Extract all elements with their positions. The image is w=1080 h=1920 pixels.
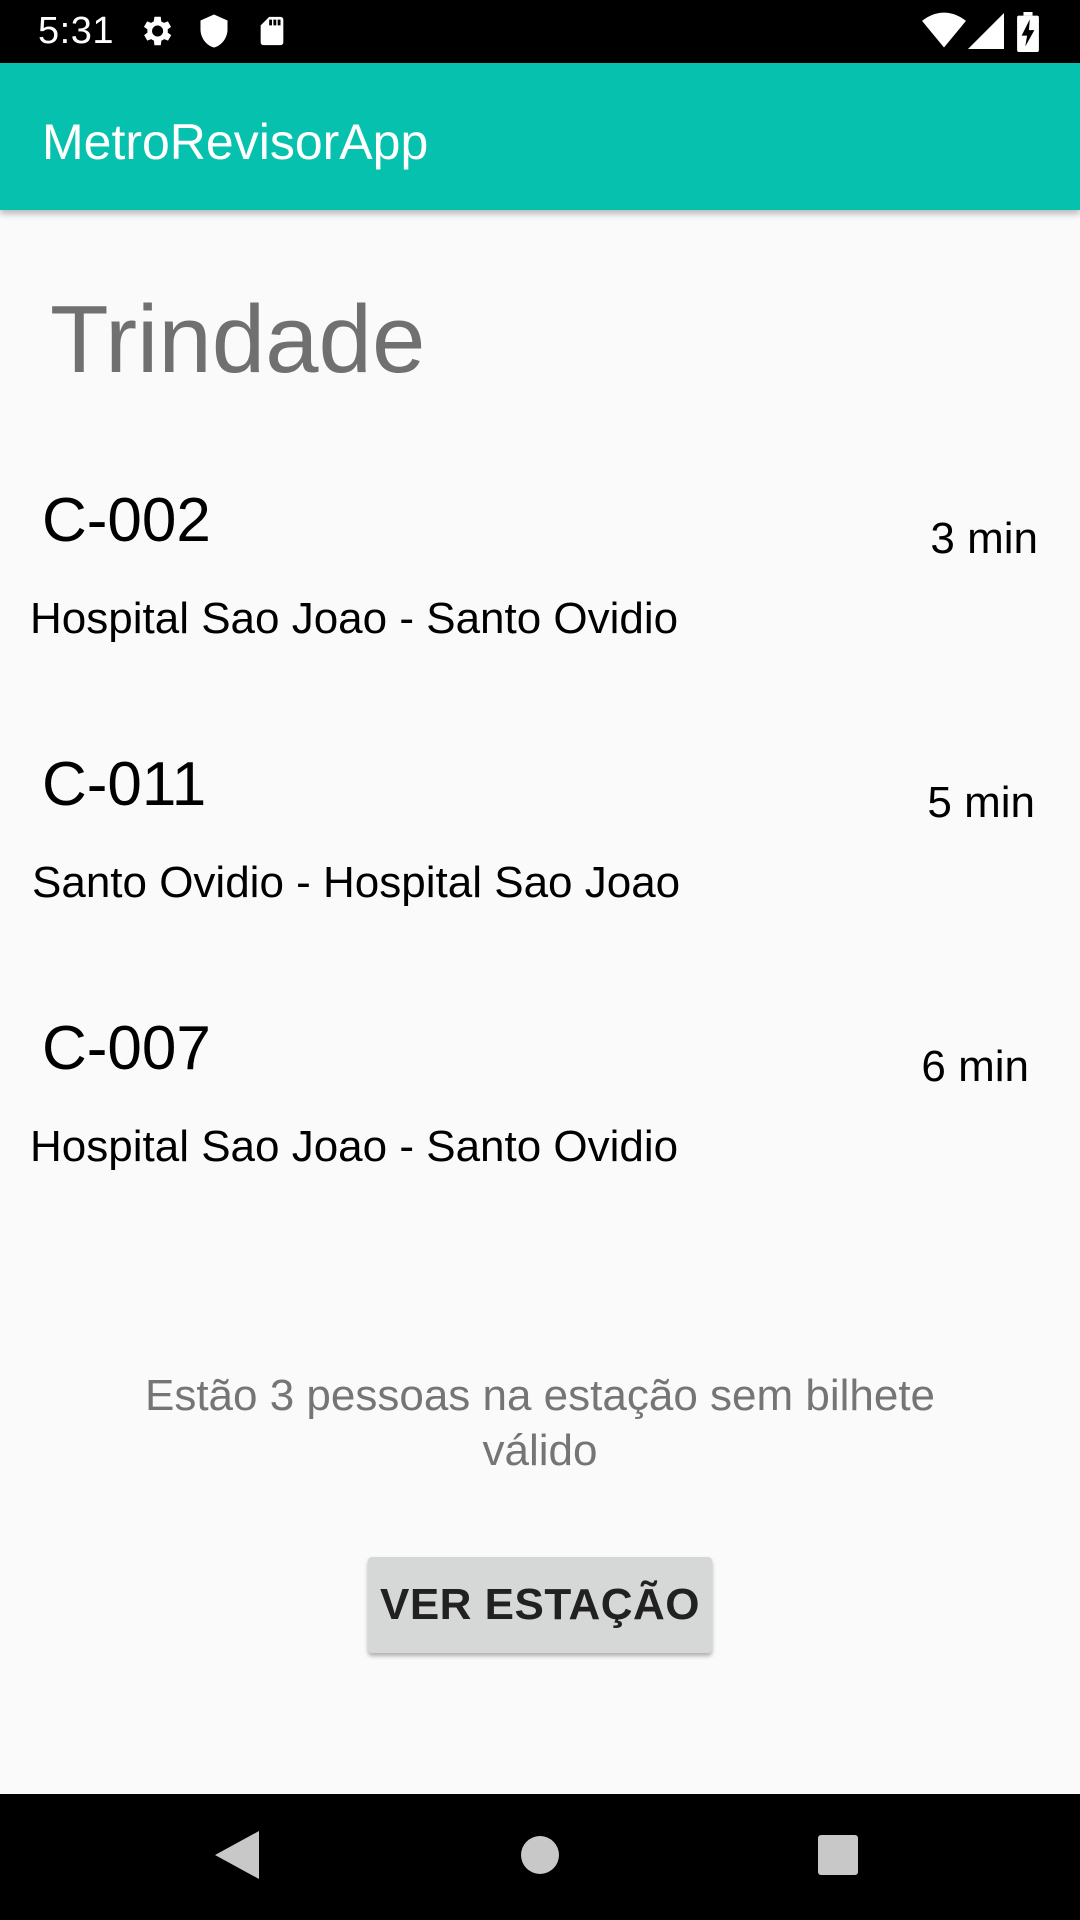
recents-icon xyxy=(818,1834,858,1880)
train-route: Hospital Sao Joao - Santo Ovidio xyxy=(30,594,679,643)
home-icon xyxy=(520,1835,560,1880)
train-arrival-time: 6 min xyxy=(921,1042,1029,1091)
train-route: Hospital Sao Joao - Santo Ovidio xyxy=(30,1122,679,1171)
app-title: MetroRevisorApp xyxy=(42,114,429,170)
station-name: Trindade xyxy=(50,286,426,393)
wifi-icon xyxy=(922,12,966,50)
sd-card-icon xyxy=(255,12,289,50)
train-item: C-002 3 min Hospital Sao Joao - Santo Ov… xyxy=(0,485,1080,725)
gear-icon xyxy=(137,12,175,50)
invalid-ticket-info: Estão 3 pessoas na estação sem bilhete v… xyxy=(144,1371,936,1475)
back-button[interactable] xyxy=(177,1794,297,1920)
app-bar: MetroRevisorApp xyxy=(0,63,1080,210)
navigation-bar xyxy=(0,1794,1080,1920)
back-icon xyxy=(215,1830,259,1884)
train-arrival-time: 5 min xyxy=(927,778,1035,827)
status-time: 5:31 xyxy=(38,10,114,52)
train-code: C-007 xyxy=(42,1014,211,1083)
train-item: C-011 5 min Santo Ovidio - Hospital Sao … xyxy=(0,749,1080,989)
train-code: C-002 xyxy=(42,486,211,555)
train-item: C-007 6 min Hospital Sao Joao - Santo Ov… xyxy=(0,1013,1080,1253)
train-arrival-time: 3 min xyxy=(930,514,1038,563)
train-code: C-011 xyxy=(42,750,207,819)
signal-icon xyxy=(968,12,1004,50)
recents-button[interactable] xyxy=(778,1794,898,1920)
shield-icon xyxy=(196,12,232,50)
train-route: Santo Ovidio - Hospital Sao Joao xyxy=(32,858,681,907)
battery-charging-icon xyxy=(1016,12,1040,52)
home-button[interactable] xyxy=(480,1794,600,1920)
view-station-button[interactable]: VER ESTAÇÃO xyxy=(368,1557,712,1653)
status-bar: 5:31 xyxy=(0,0,1080,63)
